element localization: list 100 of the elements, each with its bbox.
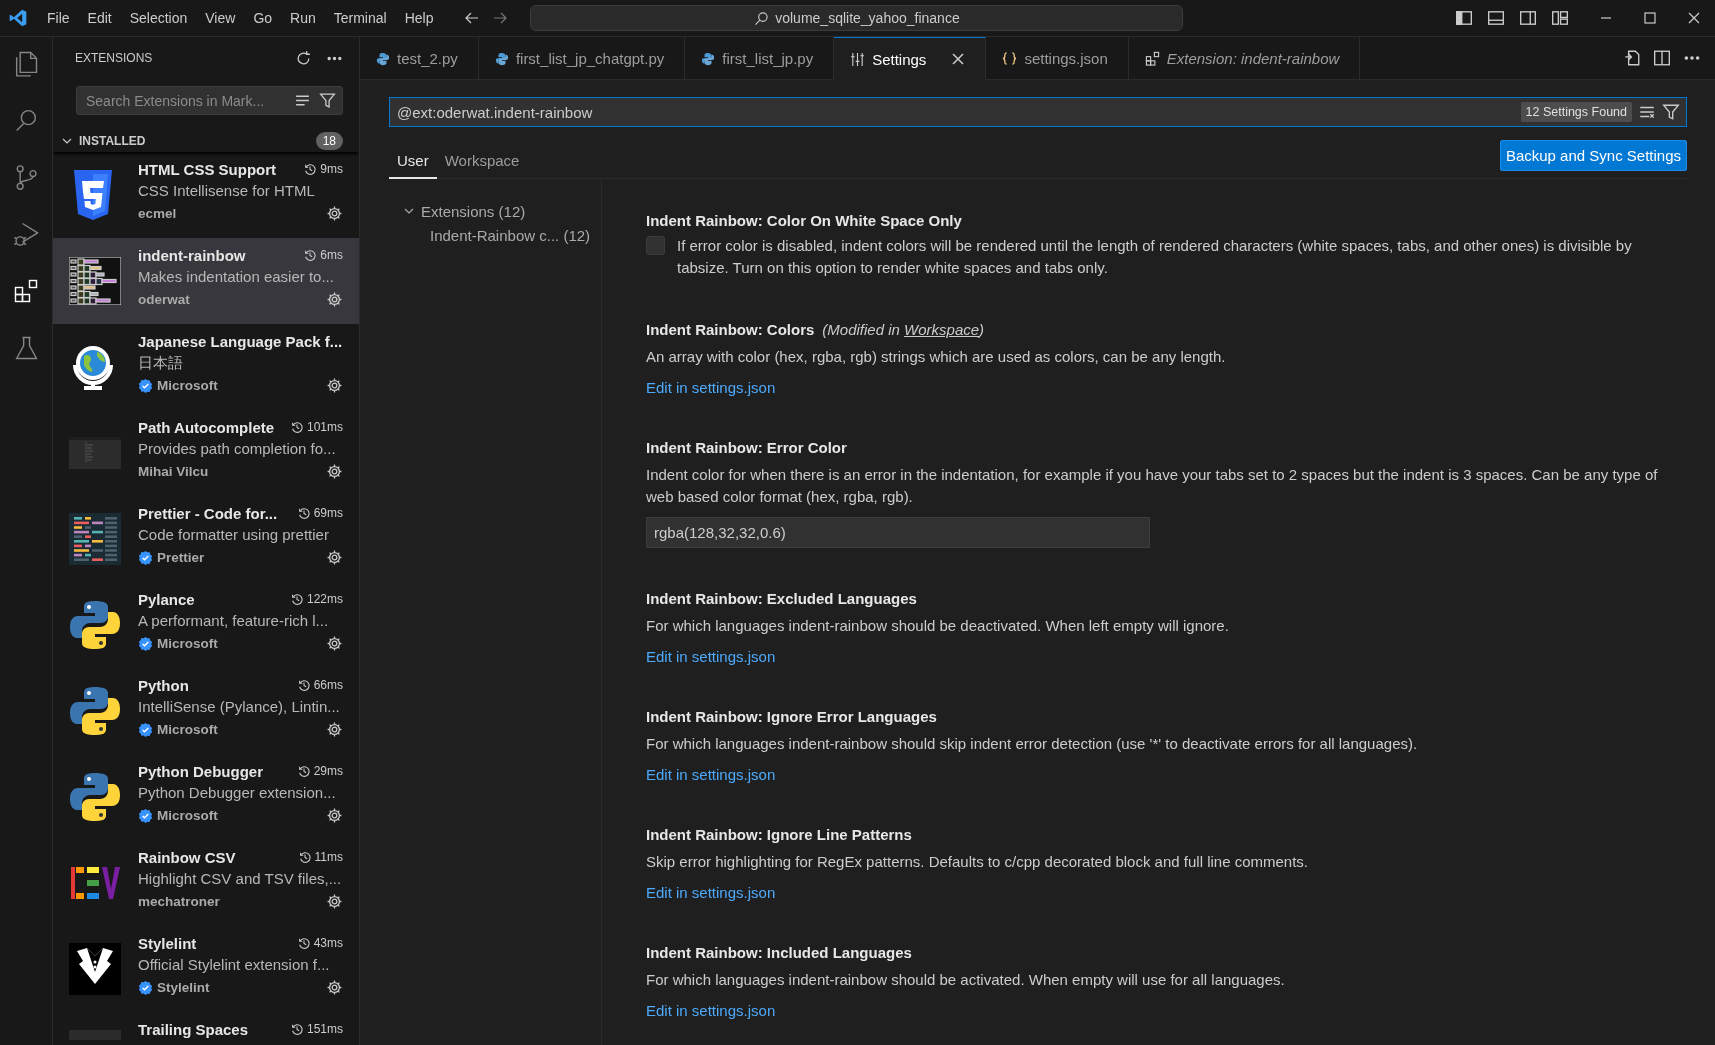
publisher-name: Microsoft bbox=[157, 377, 219, 393]
setting-title: Indent Rainbow: Included Languages bbox=[646, 944, 912, 961]
activation-time: 43ms bbox=[313, 936, 343, 950]
extension-item[interactable]: indent-rainbow 6ms Makes indentation easier to... oderwat bbox=[53, 238, 359, 324]
toc-item[interactable]: Extensions (12) bbox=[389, 199, 601, 223]
settings-search-field[interactable]: @ext:oderwat.indent-rainbow bbox=[397, 98, 1515, 126]
publisher-name: Mihai Vilcu bbox=[138, 463, 210, 479]
menu-item[interactable]: Selection bbox=[120, 6, 197, 30]
editor-tab[interactable]: Settings bbox=[834, 37, 987, 80]
extension-item[interactable]: HTML CSS Support 9ms CSS Intellisense for HTML ecmel bbox=[53, 152, 359, 238]
extension-name: HTML CSS Support bbox=[138, 160, 278, 178]
extension-item[interactable]: Stylelint 43ms Official Stylelint extension f... Stylelint bbox=[53, 926, 359, 1012]
setting-title: Indent Rainbow: Ignore Line Patterns bbox=[646, 826, 912, 843]
setting-description: If error color is disabled, indent colors will be rendered until the length of rendered characters (white spaces, tabs, and other ones) is divisible by tabsize. Turn on this option to render white spaces and tabs only. bbox=[677, 236, 1633, 278]
setting-description: Skip error highlighting for RegEx patterns. Defaults to c/cpp decorated block and full line comments. bbox=[646, 852, 1309, 872]
publisher-name: ecmel bbox=[138, 205, 178, 221]
extension-item[interactable]: Prettier - Code for... 69ms Code formatter using prettier Prettier bbox=[53, 496, 359, 582]
extension-item[interactable]: Japanese Language Pack f... 日本語 Microsoft bbox=[53, 324, 359, 410]
results-count: 12 Settings Found bbox=[1520, 102, 1632, 122]
setting-description: For which languages indent-rainbow should be deactivated. When left empty will ignore. bbox=[646, 616, 1230, 636]
extension-name: Pylance bbox=[138, 590, 196, 608]
editor-tab[interactable]: settings.json bbox=[986, 37, 1129, 80]
count-badge: 18 bbox=[315, 132, 343, 150]
activation-time: 11ms bbox=[314, 850, 343, 864]
activation-time: 69ms bbox=[313, 506, 343, 520]
extension-name: Rainbow CSV bbox=[138, 848, 237, 866]
extension-item[interactable]: Trailing Spaces 151ms bbox=[53, 1012, 359, 1045]
extension-description: Python Debugger extension... bbox=[138, 783, 337, 803]
extension-name: Stylelint bbox=[138, 934, 198, 952]
activation-time: 66ms bbox=[313, 678, 343, 692]
setting-title: Indent Rainbow: Excluded Languages bbox=[646, 590, 917, 607]
edit-link[interactable]: Edit in settings.json bbox=[646, 648, 776, 665]
extension-description: Makes indentation easier to... bbox=[138, 267, 335, 287]
workspace-link[interactable]: Workspace bbox=[904, 321, 980, 338]
menu-item[interactable]: Go bbox=[244, 6, 282, 30]
setting-description: For which languages indent-rainbow should be activated. When empty will use for all languages. bbox=[646, 970, 1286, 990]
activation-time: 9ms bbox=[320, 162, 343, 176]
editor-tab[interactable]: Extension: indent-rainbow bbox=[1128, 37, 1361, 80]
menu-item[interactable]: Edit bbox=[78, 6, 121, 30]
publisher-name: Stylelint bbox=[157, 979, 211, 995]
menu-item[interactable]: Help bbox=[395, 6, 443, 30]
activation-time: 151ms bbox=[306, 1022, 343, 1036]
publisher-name: mechatroner bbox=[138, 893, 221, 909]
extension-name: Trailing Spaces bbox=[138, 1020, 250, 1038]
scope-tab[interactable]: Workspace bbox=[436, 152, 528, 179]
menu-item[interactable]: Run bbox=[281, 6, 325, 30]
panel-title: EXTENSIONS bbox=[75, 51, 154, 65]
extension-description: Highlight CSV and TSV files,... bbox=[138, 869, 343, 889]
edit-link[interactable]: Edit in settings.json bbox=[646, 766, 776, 783]
setting-description: Indent color for when there is an error in the indentation, for example if you have your tabs set to 2 spaces but the indent is 3 spaces. Can be any type of web based color format (hex, rgba, rgb). bbox=[646, 465, 1659, 507]
publisher-name: oderwat bbox=[138, 291, 191, 307]
extension-description: 日本語 bbox=[138, 353, 184, 373]
edit-link[interactable]: Edit in settings.json bbox=[646, 884, 776, 901]
extension-description: A performant, feature-rich l... bbox=[138, 611, 330, 631]
extension-description: IntelliSense (Pylance), Lintin... bbox=[138, 697, 341, 717]
setting-title: Indent Rainbow: Colors bbox=[646, 321, 815, 338]
extension-item[interactable]: Python Debugger 29ms Python Debugger extension... Microsoft bbox=[53, 754, 359, 840]
setting-title: Indent Rainbow: Ignore Error Languages bbox=[646, 708, 937, 725]
extension-description: Official Stylelint extension f... bbox=[138, 955, 331, 975]
extension-name: Prettier - Code for... bbox=[138, 504, 279, 522]
publisher-name: Microsoft bbox=[157, 807, 219, 823]
toc-item[interactable]: Indent-Rainbow c... (12) bbox=[389, 223, 601, 247]
menu-item[interactable]: File bbox=[38, 6, 79, 30]
publisher-name: Microsoft bbox=[157, 721, 219, 737]
text-field[interactable]: rgba(128,32,32,0.6) bbox=[646, 517, 1150, 548]
extension-item[interactable]: Rainbow CSV 11ms Highlight CSV and TSV files,... mechatroner bbox=[53, 840, 359, 926]
extension-item[interactable]: Python 66ms IntelliSense (Pylance), Lintin... Microsoft bbox=[53, 668, 359, 754]
activation-time: 29ms bbox=[313, 764, 343, 778]
setting-title: Indent Rainbow: Color On White Space Only bbox=[646, 212, 962, 229]
editor-tab[interactable]: first_list_jp_chatgpt.py bbox=[478, 37, 686, 80]
modified-note: (Modified in Workspace) bbox=[822, 321, 985, 338]
command-center[interactable]: volume_sqlite_yahoo_finance bbox=[530, 5, 1184, 31]
extension-name: Path Autocomplete bbox=[138, 418, 276, 436]
extension-name: Japanese Language Pack f... bbox=[138, 332, 343, 350]
extension-description: Provides path completion fo... bbox=[138, 439, 337, 459]
activation-time: 122ms bbox=[306, 592, 343, 606]
extension-item[interactable]: Pylance 122ms A performant, feature-rich l... Microsoft bbox=[53, 582, 359, 668]
sync-button[interactable]: Backup and Sync Settings bbox=[1499, 139, 1687, 171]
extension-name: Python Debugger bbox=[138, 762, 264, 780]
extension-name: indent-rainbow bbox=[138, 246, 247, 264]
activation-time: 101ms bbox=[306, 420, 343, 434]
menu-item[interactable]: View bbox=[196, 6, 245, 30]
extension-description: CSS Intellisense for HTML bbox=[138, 181, 316, 201]
menu-item[interactable]: Terminal bbox=[324, 6, 396, 30]
activation-time: 6ms bbox=[320, 248, 343, 262]
search-field[interactable]: Search Extensions in Mark... bbox=[84, 87, 286, 114]
edit-link[interactable]: Edit in settings.json bbox=[646, 379, 776, 396]
publisher-name: Microsoft bbox=[157, 635, 219, 651]
section-header[interactable]: INSTALLED 18 bbox=[53, 130, 359, 152]
setting-description: An array with color (hex, rgba, rgb) strings which are used as colors, can be any length. bbox=[646, 347, 1227, 367]
editor-tab[interactable]: test_2.py bbox=[360, 37, 479, 80]
setting-title: Indent Rainbow: Error Color bbox=[646, 439, 847, 456]
search-box[interactable]: Search Extensions in Mark... bbox=[76, 86, 343, 115]
scope-tab[interactable]: User bbox=[389, 152, 437, 179]
publisher-name: Prettier bbox=[157, 549, 206, 565]
extension-description: Code formatter using prettier bbox=[138, 525, 330, 545]
settings-search-box[interactable]: @ext:oderwat.indent-rainbow 12 Settings Found bbox=[389, 97, 1687, 127]
extension-item[interactable]: Path Autocomplete 101ms Provides path completion fo... Mihai Vilcu bbox=[53, 410, 359, 496]
setting-description: For which languages indent-rainbow should skip indent error detection (use '*' to deactivate errors for all languages). bbox=[646, 734, 1419, 754]
edit-link[interactable]: Edit in settings.json bbox=[646, 1002, 776, 1019]
